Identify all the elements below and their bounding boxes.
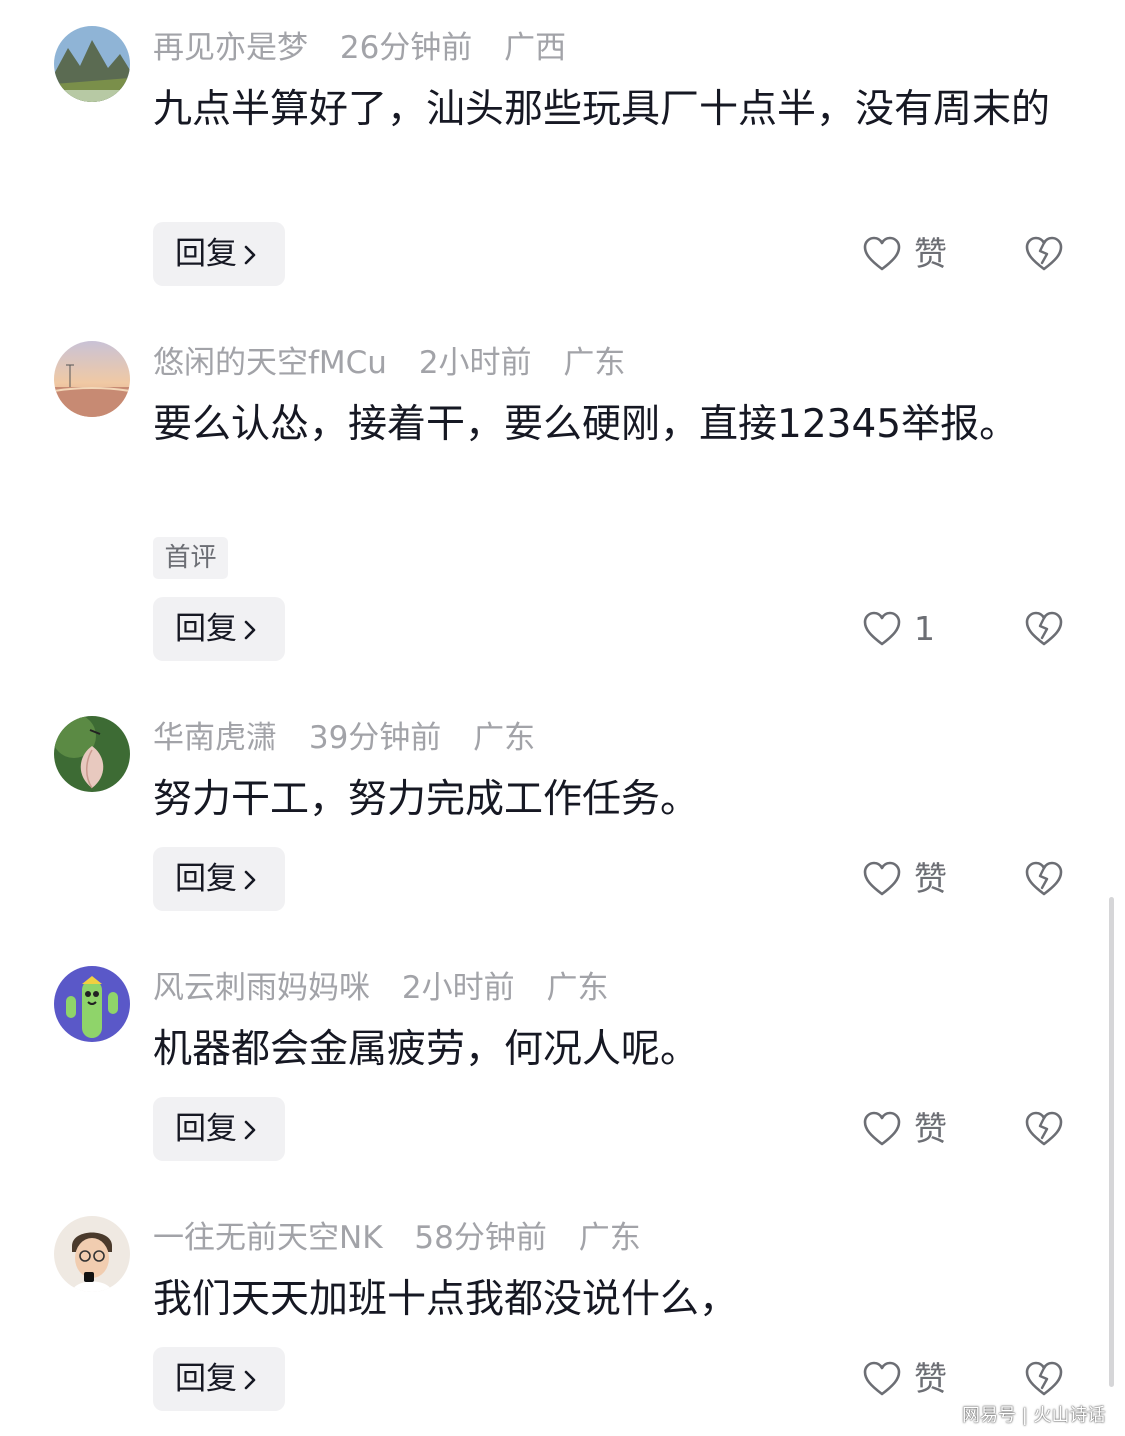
username[interactable]: 风云刺雨妈妈咪 <box>153 970 370 1006</box>
comment-meta: 风云刺雨妈妈咪 2小时前 广东 <box>153 966 630 1010</box>
comment-time: 26分钟前 <box>339 30 473 66</box>
reply-button[interactable]: 回复 <box>153 1347 285 1411</box>
comment-meta: 悠闲的天空fMCu 2小时前 广东 <box>153 341 647 385</box>
comment-meta: 华南虎潇 39分钟前 广东 <box>153 716 557 760</box>
comment-item: 一往无前天空NK 58分钟前 广东 我们天天加班十点我都没说什么， 回复 赞 <box>0 1180 1125 1436</box>
reply-button[interactable]: 回复 <box>153 1097 285 1161</box>
username[interactable]: 华南虎潇 <box>153 720 277 756</box>
chevron-right-icon <box>243 599 257 663</box>
comment-meta: 再见亦是梦 26分钟前 广西 <box>153 26 588 70</box>
avatar-lotus-image <box>54 716 130 792</box>
like-label: 赞 <box>914 1109 947 1148</box>
comment-text: 九点半算好了，汕头那些玩具厂十点半，没有周末的 <box>153 87 1051 132</box>
like-count: 1 <box>914 609 935 648</box>
broken-heart-icon <box>1025 1111 1063 1146</box>
comment-text: 我们天天加班十点我都没说什么， <box>153 1277 739 1322</box>
comment-time: 2小时前 <box>418 345 532 381</box>
reply-label: 回复 <box>175 1111 237 1147</box>
avatar[interactable] <box>54 341 130 417</box>
dislike-button[interactable] <box>1024 609 1064 649</box>
comment-item: 华南虎潇 39分钟前 广东 努力干工，努力完成工作任务。 回复 赞 <box>0 680 1125 930</box>
comment-text: 努力干工，努力完成工作任务。 <box>153 777 700 822</box>
comment-location: 广东 <box>563 345 626 381</box>
avatar-cactus-image <box>54 966 130 1042</box>
comment-meta: 一往无前天空NK 58分钟前 广东 <box>153 1216 663 1260</box>
avatar[interactable] <box>54 966 130 1042</box>
first-comment-badge: 首评 <box>153 537 228 579</box>
comment-text: 要么认怂，接着干，要么硬刚，直接12345举报。 <box>153 402 1019 447</box>
broken-heart-icon <box>1025 611 1063 646</box>
broken-heart-icon <box>1025 861 1063 896</box>
watermark: 网易号 | 火山诗话 <box>962 1405 1106 1426</box>
reply-label: 回复 <box>175 236 237 272</box>
comment-location: 广东 <box>473 720 536 756</box>
avatar-sunset-image <box>54 341 130 417</box>
broken-heart-icon <box>1025 236 1063 271</box>
reply-button[interactable]: 回复 <box>153 597 285 661</box>
avatar[interactable] <box>54 716 130 792</box>
dislike-button[interactable] <box>1024 1359 1064 1399</box>
reply-label: 回复 <box>175 861 237 897</box>
username[interactable]: 一往无前天空NK <box>153 1220 383 1256</box>
heart-outline-icon <box>863 236 901 271</box>
like-label: 赞 <box>914 1359 947 1398</box>
dislike-button[interactable] <box>1024 1109 1064 1149</box>
heart-outline-icon <box>863 1111 901 1146</box>
chevron-right-icon <box>243 224 257 288</box>
like-label: 赞 <box>914 234 947 273</box>
heart-outline-icon <box>863 861 901 896</box>
reply-label: 回复 <box>175 611 237 647</box>
comment-item: 悠闲的天空fMCu 2小时前 广东 要么认怂，接着干，要么硬刚，直接12345举… <box>0 300 1125 680</box>
comment-time: 58分钟前 <box>414 1220 547 1256</box>
comment-item: 风云刺雨妈妈咪 2小时前 广东 机器都会金属疲劳，何况人呢。 回复 赞 <box>0 930 1125 1180</box>
avatar-portrait-image <box>54 1216 130 1292</box>
comment-location: 广西 <box>504 30 567 66</box>
broken-heart-icon <box>1025 1361 1063 1396</box>
reply-button[interactable]: 回复 <box>153 847 285 911</box>
comment-location: 广东 <box>546 970 609 1006</box>
heart-outline-icon <box>863 611 901 646</box>
avatar[interactable] <box>54 1216 130 1292</box>
reply-button[interactable]: 回复 <box>153 222 285 286</box>
chevron-right-icon <box>243 849 257 913</box>
avatar-landscape-image <box>54 26 130 102</box>
chevron-right-icon <box>243 1349 257 1413</box>
comment-time: 39分钟前 <box>308 720 442 756</box>
reply-label: 回复 <box>175 1361 237 1397</box>
heart-outline-icon <box>863 1361 901 1396</box>
comment-item: 再见亦是梦 26分钟前 广西 九点半算好了，汕头那些玩具厂十点半，没有周末的 回… <box>0 0 1125 300</box>
username[interactable]: 悠闲的天空fMCu <box>153 345 387 381</box>
dislike-button[interactable] <box>1024 859 1064 899</box>
comment-time: 2小时前 <box>401 970 515 1006</box>
username[interactable]: 再见亦是梦 <box>153 30 308 66</box>
avatar[interactable] <box>54 26 130 102</box>
comment-location: 广东 <box>578 1220 641 1256</box>
like-label: 赞 <box>914 859 947 898</box>
scrollbar[interactable] <box>1109 897 1114 1387</box>
chevron-right-icon <box>243 1099 257 1163</box>
comment-text: 机器都会金属疲劳，何况人呢。 <box>153 1027 700 1072</box>
dislike-button[interactable] <box>1024 234 1064 274</box>
